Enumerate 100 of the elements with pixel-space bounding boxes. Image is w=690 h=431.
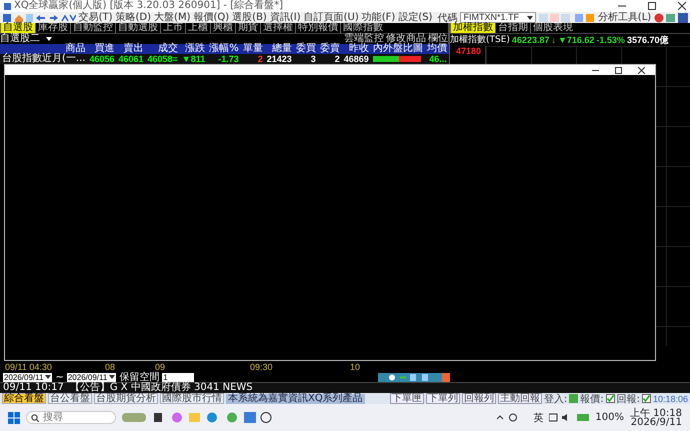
index-tick: ↓ <box>551 34 556 46</box>
status-label: 登入: <box>544 392 568 406</box>
time-axis-label: 09 <box>155 362 166 372</box>
watchlist-tab[interactable]: 自動選股 <box>115 23 160 33</box>
status-button[interactable]: 主動回報 <box>498 393 542 404</box>
watchlist-action[interactable]: 欄位 <box>428 34 448 44</box>
product-notice: 本系統為嘉實資訊XQ系列產品 <box>226 394 365 404</box>
taskbar-apps-drawing[interactable] <box>122 411 272 424</box>
watchlist-tab[interactable]: 選擇權 <box>260 23 295 33</box>
column-header[interactable]: 單量 <box>240 44 265 54</box>
column-header[interactable]: 委賣 <box>318 44 342 54</box>
news-time: 09/11 10:17 <box>3 383 64 393</box>
watchlist-tab[interactable]: 上櫃 <box>185 23 210 33</box>
status-button[interactable]: 下單列 <box>426 393 460 404</box>
windows-start-icon[interactable] <box>8 412 20 424</box>
table-cell: 46058= <box>146 54 180 64</box>
table-cell: 21423 <box>264 54 294 64</box>
start-date-field[interactable]: 2026/09/11 <box>3 372 52 382</box>
page-tab[interactable]: 國際股市行情 <box>160 393 224 404</box>
status-button[interactable]: 回報列 <box>462 393 496 404</box>
menu-item[interactable]: 報價(Q) <box>193 12 230 24</box>
close-icon[interactable] <box>678 2 686 10</box>
index-volume: 3576.70億 <box>626 34 668 46</box>
column-header[interactable]: 內外盤比圖 <box>370 44 425 54</box>
column-header[interactable]: 漲幅% <box>207 44 241 54</box>
taskbar-date[interactable]: 2026/9/11 <box>630 418 682 426</box>
list-selector[interactable]: 自選股二 <box>0 34 52 44</box>
status-clock: 10:18:06 <box>652 394 688 404</box>
menu-item[interactable]: 大盤(M) <box>154 12 190 24</box>
search-icon[interactable] <box>31 414 39 422</box>
column-header[interactable]: 昨收 <box>342 44 371 54</box>
watchlist-tab[interactable]: 期貨 <box>235 23 260 33</box>
watchlist-action[interactable]: 雲端監控 <box>344 34 384 44</box>
column-header[interactable]: 賣出 <box>116 44 146 54</box>
table-cell: 2 <box>240 54 265 64</box>
caret-icon[interactable] <box>109 375 116 379</box>
index-tab[interactable]: 加權指數 <box>450 23 495 33</box>
menu-item[interactable]: 設定(S) <box>398 12 432 24</box>
index-change: ▼716.62 <box>558 34 594 46</box>
column-header[interactable]: 成交 <box>146 44 180 54</box>
battery-percent: 100% <box>595 412 624 423</box>
chart-tools-drawing[interactable] <box>378 372 450 382</box>
maximize-icon[interactable] <box>615 66 622 74</box>
index-tab[interactable]: 台指期 <box>495 23 530 33</box>
menu-item[interactable]: 交易(T) <box>78 12 113 24</box>
menu-item[interactable]: 策略(D) <box>116 12 152 24</box>
page-tab[interactable]: 綜合看盤 <box>2 393 46 404</box>
time-axis-label: 09:30 <box>250 362 274 372</box>
menu-item[interactable]: 功能(F) <box>362 12 396 24</box>
table-cell: ▼811 <box>180 54 208 64</box>
column-header[interactable]: 買進 <box>87 44 116 54</box>
column-header[interactable]: 漲跌 <box>180 44 208 54</box>
time-axis-label: 09/11 04:30 <box>5 362 53 372</box>
column-header[interactable]: 總量 <box>264 44 294 54</box>
page-tab[interactable]: 台公看盤 <box>48 393 92 404</box>
column-header[interactable]: 商品 <box>0 44 88 54</box>
table-cell: 46056 <box>87 54 116 64</box>
index-name: 加權指數(TSE) <box>450 34 510 46</box>
menu-item[interactable]: 資訊(I) <box>270 12 301 24</box>
watchlist-tab[interactable]: 特別報價 <box>295 23 340 33</box>
search-field[interactable]: 搜尋 <box>26 411 116 424</box>
watchlist-action[interactable]: 修改商品 <box>386 34 426 44</box>
table-cell: 台股指數近月(一... <box>0 54 88 64</box>
watchlist-tab[interactable]: 國際指數 <box>340 23 385 33</box>
index-tab[interactable]: 個股表現 <box>530 23 575 33</box>
watchlist-tab[interactable]: 上市 <box>160 23 185 33</box>
page-tab[interactable]: 台股期貨分析 <box>94 393 158 404</box>
watchlist-tab[interactable]: 自選股 <box>0 23 35 33</box>
table-cell: 46... <box>424 54 449 64</box>
column-header[interactable]: 委買 <box>294 44 318 54</box>
app-logo-icon <box>4 2 11 10</box>
news-headline[interactable]: 【公告】G X 中國政府債券 3041 NEWS <box>70 383 253 393</box>
caret-icon[interactable] <box>527 16 534 20</box>
input-method-indicator[interactable]: 英 <box>533 410 544 424</box>
table-cell: 2 <box>318 54 342 64</box>
analysis-tools-menu[interactable]: 分析工具(L) <box>598 12 652 24</box>
close-icon[interactable] <box>638 66 645 74</box>
table-cell: -1.73 <box>207 54 241 64</box>
reserve-space-field[interactable]: 1 <box>162 372 194 382</box>
toolbar-icons-drawing[interactable] <box>2 12 76 22</box>
battery-icon <box>577 414 590 421</box>
end-date-field[interactable]: 2026/09/11 <box>66 372 116 382</box>
symbol-field[interactable]: FIMTXN*1.TF <box>460 12 536 23</box>
caret-icon[interactable] <box>46 37 52 41</box>
status-button[interactable]: 下單匣 <box>390 393 424 404</box>
watchlist-tab[interactable]: 庫存股 <box>35 23 70 33</box>
caret-icon[interactable] <box>45 375 52 379</box>
menu-item[interactable]: 選股(B) <box>232 12 267 24</box>
column-header[interactable]: 均價 <box>424 44 449 54</box>
index-price: 46223.87 <box>512 34 550 46</box>
reserve-space-label: 保留空間 <box>119 370 160 383</box>
status-label: 回報: <box>616 392 640 406</box>
app-shortcuts-drawing[interactable] <box>654 12 688 22</box>
taskbar-time[interactable]: 上午 10:18 <box>630 408 682 418</box>
table-cell: 46061 <box>116 54 146 64</box>
watchlist-tab[interactable]: 興櫃 <box>210 23 235 33</box>
menu-item[interactable]: 自訂頁面(U) <box>304 12 359 24</box>
chart-price-label: 47180 <box>456 46 482 58</box>
maximize-icon[interactable] <box>648 2 656 10</box>
watchlist-tab[interactable]: 自動監控 <box>70 23 115 33</box>
